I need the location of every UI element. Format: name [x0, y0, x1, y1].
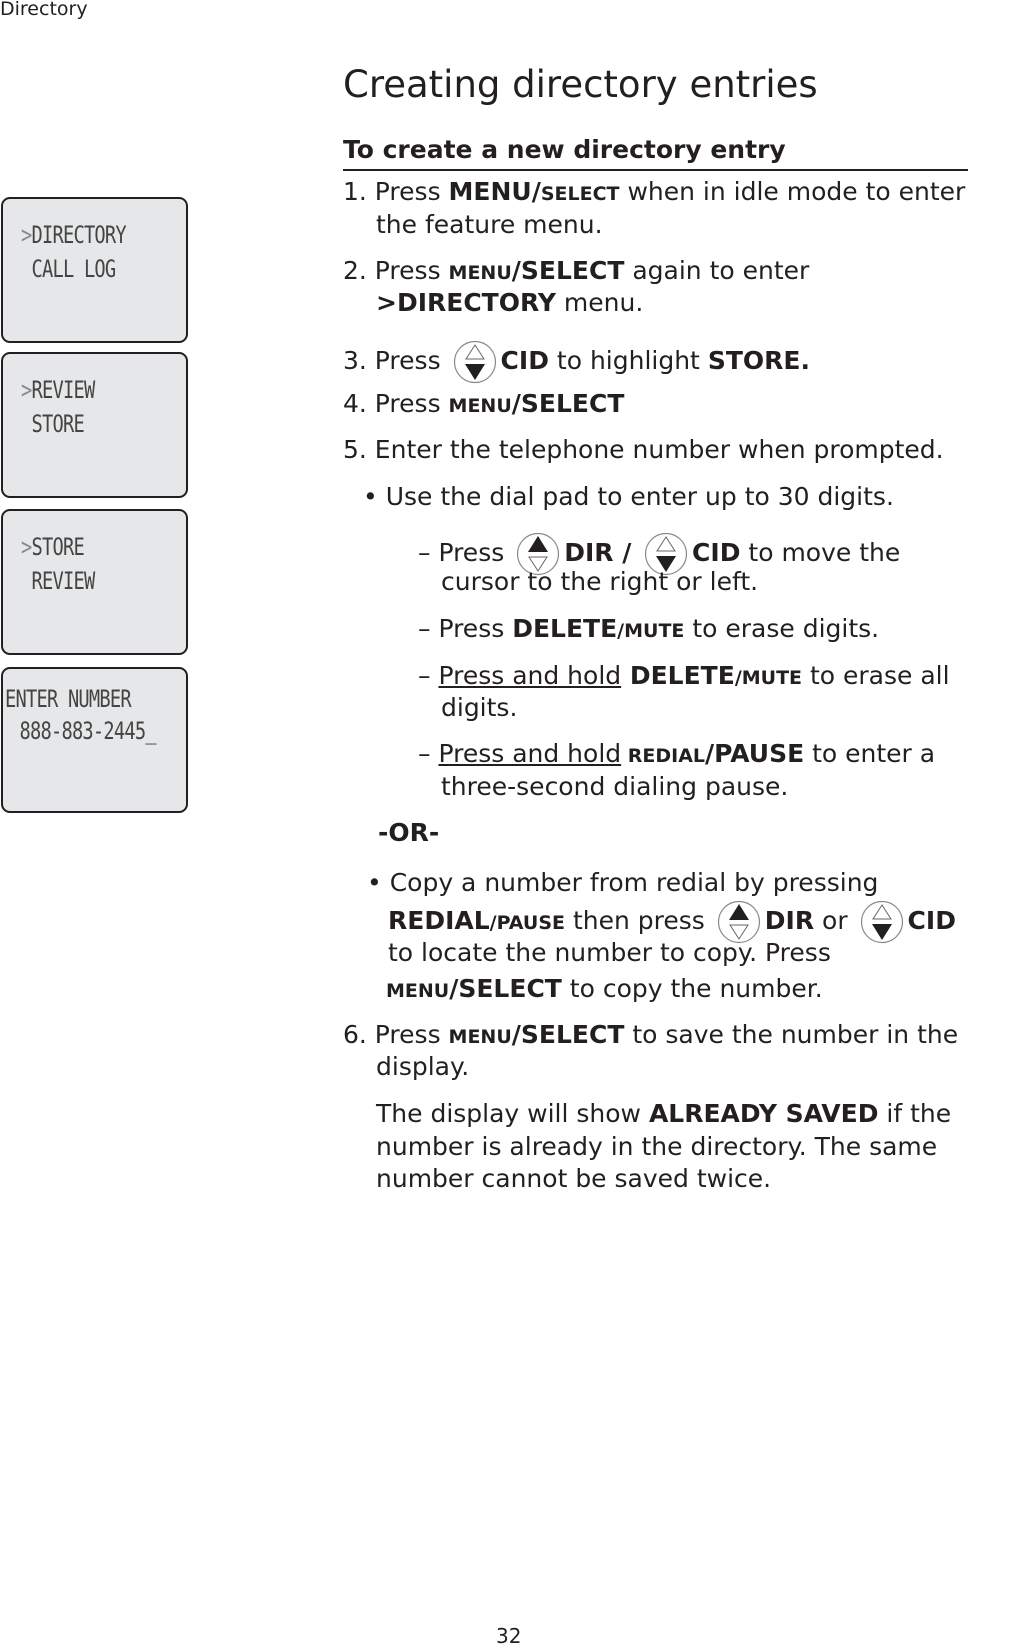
text-run: MENU: [386, 980, 450, 1002]
text-run: /MUTE: [617, 620, 685, 642]
text-run: /PAUSE: [489, 912, 566, 934]
lcd-arrow: >: [21, 221, 32, 249]
text-run: to copy the number.: [561, 974, 823, 1003]
step-6-cont: display.: [376, 1052, 470, 1081]
text-run: /SELECT: [511, 256, 625, 285]
page-title: Creating directory entries: [343, 63, 818, 106]
text-run: /SELECT: [511, 389, 625, 418]
lcd-line: REVIEW: [31, 376, 95, 404]
lcd-line: STORE: [31, 533, 84, 561]
text-run: The display will show: [376, 1099, 649, 1128]
text-run: DIR /: [564, 538, 641, 567]
text-run: Press and hold: [438, 661, 622, 690]
lcd-screen-review: >REVIEW STORE: [1, 352, 188, 498]
lcd-arrow: >: [21, 376, 32, 404]
bullet-copy-redial: • Copy a number from redial by pressing: [367, 868, 879, 897]
text-run: MENU: [448, 1026, 512, 1048]
or-separator: -OR-: [378, 818, 440, 847]
text-run: DELETE: [621, 661, 735, 690]
dash-erase-all: – Press and hold DELETE/MUTE to erase al…: [418, 659, 950, 695]
dash-pause-cont: three-second dialing pause.: [441, 772, 789, 801]
lcd-line: DIRECTORY: [31, 221, 126, 249]
text-run: 2. Press: [343, 256, 449, 285]
lcd-screen-directory: >DIRECTORY CALL LOG: [1, 197, 188, 343]
section-label: Directory: [0, 0, 88, 20]
text-run: 1. Press: [343, 177, 449, 206]
text-run: >DIRECTORY: [376, 288, 556, 317]
text-run: REDIAL: [388, 906, 490, 935]
lcd-screen-store: >STORE REVIEW: [1, 509, 188, 655]
text-run: to erase digits.: [684, 614, 880, 643]
note-line-2: number is already in the directory. The …: [376, 1132, 938, 1161]
cid-down-button-icon: [453, 340, 497, 384]
bullet-dial-pad: • Use the dial pad to enter up to 30 dig…: [363, 482, 894, 511]
text-run: /SELECT: [449, 974, 562, 1003]
text-run: if the: [878, 1099, 952, 1128]
text-run: – Press: [418, 538, 513, 567]
text-run: to erase all: [802, 661, 950, 690]
bullet-copy-redial-cont3: MENU/SELECT to copy the number.: [386, 972, 823, 1008]
text-run: or: [814, 906, 856, 935]
note-line-3: number cannot be saved twice.: [376, 1164, 772, 1193]
lcd-line: ENTER NUMBER: [5, 685, 132, 713]
text-run: ALREADY SAVED: [648, 1099, 879, 1128]
text-run: 4. Press: [343, 389, 449, 418]
lcd-screen-enter-number: ENTER NUMBER 888-883-2445_: [1, 667, 188, 813]
text-run: 6. Press: [343, 1020, 449, 1049]
text-run: /PAUSE: [705, 739, 805, 768]
step-1-cont: the feature menu.: [376, 210, 603, 239]
section-subtitle: To create a new directory entry: [343, 133, 968, 171]
step-1: 1. Press MENU/SELECT when in idle mode t…: [343, 175, 965, 211]
text-run: Press and hold: [438, 739, 622, 768]
note-line-1: The display will show ALREADY SAVED if t…: [376, 1097, 951, 1131]
text-run: to highlight: [548, 346, 708, 375]
lcd-line: STORE: [21, 410, 84, 438]
text-run: then press: [565, 906, 713, 935]
dash-erase-digits: – Press DELETE/MUTE to erase digits.: [418, 612, 879, 648]
cid-down-button-icon: [860, 900, 904, 944]
text-run: again to enter: [624, 256, 810, 285]
step-3: 3. Press CID to highlight STORE.: [343, 340, 810, 384]
text-run: STORE.: [707, 346, 810, 375]
text-run: when in idle mode to enter: [619, 177, 966, 206]
dash-pause: – Press and hold REDIAL/PAUSE to enter a: [418, 737, 935, 773]
step-4: 4. Press MENU/SELECT: [343, 387, 624, 423]
text-run: –: [418, 739, 439, 768]
text-run: to save the number in the: [624, 1020, 959, 1049]
text-run: MENU: [448, 262, 512, 284]
text-run: 3. Press: [343, 346, 449, 375]
text-run: /SELECT: [511, 1020, 625, 1049]
text-run: DIR: [764, 906, 815, 935]
text-run: –: [418, 661, 439, 690]
lcd-line: 888-883-2445_: [9, 717, 156, 745]
step-5: 5. Enter the telephone number when promp…: [343, 435, 944, 464]
step-2-cont: >DIRECTORY menu.: [376, 286, 643, 320]
text-run: CID: [692, 538, 741, 567]
text-run: – Press: [418, 614, 513, 643]
lcd-line: REVIEW: [21, 567, 95, 595]
text-run: DELETE: [512, 614, 618, 643]
text-run: MENU/: [448, 177, 541, 206]
lcd-line: CALL LOG: [21, 255, 116, 283]
text-run: REDIAL: [621, 745, 706, 767]
text-run: menu.: [555, 288, 644, 317]
text-run: to move the: [740, 538, 901, 567]
text-run: CID: [500, 346, 549, 375]
text-run: SELECT: [540, 183, 620, 205]
step-2: 2. Press MENU/SELECT again to enter: [343, 254, 809, 290]
dash-move-cursor-cont: cursor to the right or left.: [441, 567, 759, 596]
lcd-arrow: >: [21, 533, 32, 561]
dash-erase-all-cont: digits.: [441, 693, 518, 722]
page-number: 32: [496, 1624, 522, 1648]
step-6: 6. Press MENU/SELECT to save the number …: [343, 1018, 958, 1054]
text-run: CID: [907, 906, 956, 935]
bullet-copy-redial-cont2: to locate the number to copy. Press: [388, 938, 831, 967]
text-run: /MUTE: [734, 667, 803, 689]
text-run: to enter a: [804, 739, 936, 768]
text-run: MENU: [448, 395, 512, 417]
